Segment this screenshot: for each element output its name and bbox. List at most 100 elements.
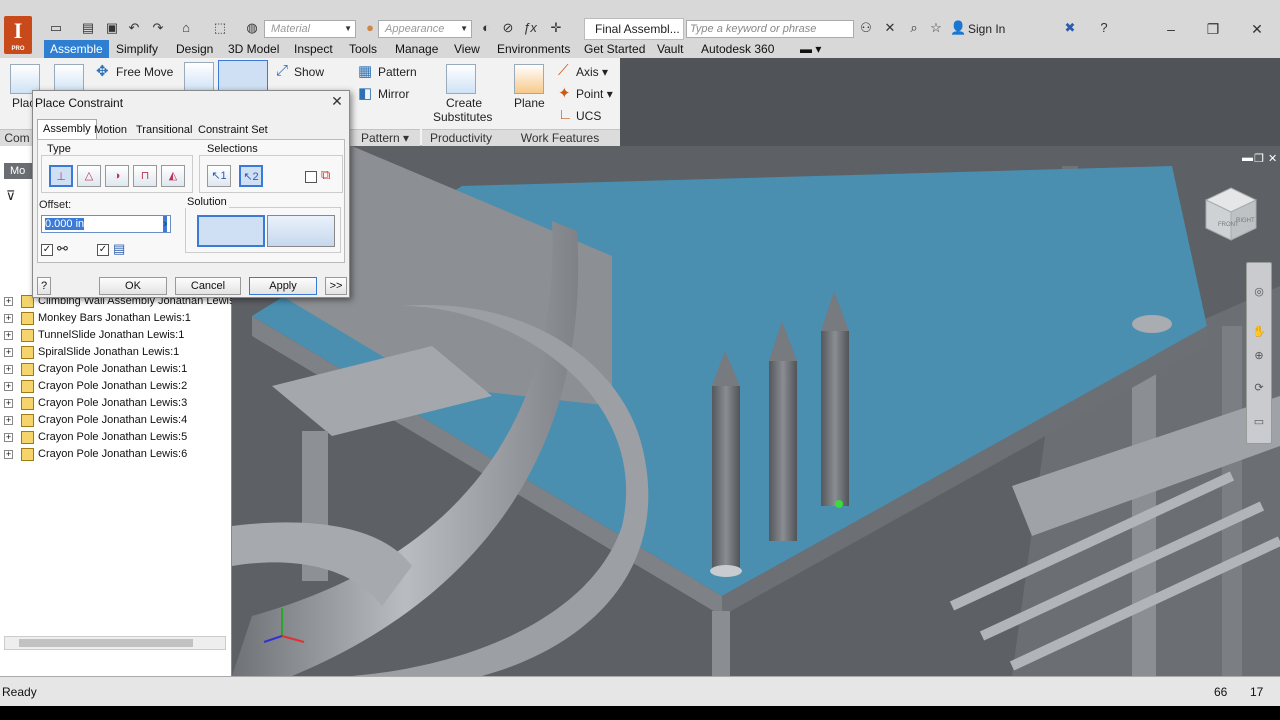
mate-solution-button[interactable]: [197, 215, 265, 247]
tree-item-spiral-slide[interactable]: + SpiralSlide Jonathan Lewis:1: [4, 344, 179, 361]
selection-point[interactable]: [835, 500, 843, 508]
mate-type-button[interactable]: ⊥: [49, 165, 73, 187]
tab-inspect[interactable]: Inspect: [288, 40, 339, 58]
steering-wheel-icon[interactable]: ◎: [1252, 285, 1266, 299]
redo-icon[interactable]: ↷: [150, 21, 166, 35]
tab-design[interactable]: Design: [170, 40, 219, 58]
tab-constraint-set[interactable]: Constraint Set: [193, 121, 273, 139]
orbit-icon[interactable]: ⟳: [1252, 381, 1266, 395]
viewport-minimize-icon[interactable]: ▬: [1242, 152, 1253, 164]
tab-manage[interactable]: Manage: [389, 40, 444, 58]
cancel-button[interactable]: Cancel: [175, 277, 241, 295]
tab-transitional[interactable]: Transitional: [131, 121, 197, 139]
create-substitutes-line1[interactable]: Create: [446, 96, 482, 110]
tab-motion[interactable]: Motion: [89, 121, 132, 139]
tab-simplify[interactable]: Simplify: [110, 40, 164, 58]
app-logo[interactable]: I PRO: [4, 16, 32, 54]
show-preview-checkbox[interactable]: ✓: [41, 244, 53, 256]
plane-button[interactable]: Plane: [514, 96, 545, 110]
pan-icon[interactable]: ✋: [1252, 325, 1266, 339]
tree-item-crayon-pole-3[interactable]: + Crayon Pole Jonathan Lewis:3: [4, 395, 187, 412]
tools-icon[interactable]: ✕: [882, 21, 898, 35]
model-browser-tab[interactable]: Mo: [4, 163, 34, 179]
ribbon-options-icon[interactable]: ▬ ▾: [794, 40, 827, 58]
insert-type-button[interactable]: ⊓: [133, 165, 157, 187]
binoculars-icon[interactable]: ⚇: [858, 21, 874, 35]
more-button[interactable]: >>: [325, 277, 347, 295]
browser-scrollbar[interactable]: [4, 636, 226, 650]
flush-solution-button[interactable]: [267, 215, 335, 247]
zoom-icon[interactable]: ⊕: [1252, 349, 1266, 363]
tab-autodesk-360[interactable]: Autodesk 360: [695, 40, 780, 58]
predict-offset-checkbox[interactable]: ✓: [97, 244, 109, 256]
ucs-button[interactable]: UCS: [576, 109, 601, 123]
axis-button[interactable]: Axis ▾: [576, 65, 608, 79]
free-move-button[interactable]: Free Move: [116, 65, 173, 79]
select-icon[interactable]: ⬚: [212, 21, 228, 35]
tab-vault[interactable]: Vault: [651, 40, 689, 58]
selection-2-button[interactable]: ↖2: [239, 165, 263, 187]
selection-1-button[interactable]: ↖1: [207, 165, 231, 187]
constrain-icon[interactable]: [218, 60, 268, 94]
tree-item-crayon-pole-5[interactable]: + Crayon Pole Jonathan Lewis:5: [4, 429, 187, 446]
joint-icon[interactable]: [184, 62, 214, 92]
tree-item-crayon-pole-2[interactable]: + Crayon Pole Jonathan Lewis:2: [4, 378, 187, 395]
measure-icon[interactable]: ✛: [548, 21, 564, 35]
material-combo[interactable]: Material ▼: [264, 20, 356, 38]
point-button[interactable]: Point ▾: [576, 87, 613, 101]
tangent-type-button[interactable]: ◑: [105, 165, 129, 187]
apply-button[interactable]: Apply: [249, 277, 317, 295]
adjust-icon[interactable]: ◐: [478, 21, 494, 35]
angle-type-button[interactable]: △: [77, 165, 101, 187]
tree-item-crayon-pole-4[interactable]: + Crayon Pole Jonathan Lewis:4: [4, 412, 187, 429]
new-file-icon[interactable]: ▭: [48, 21, 64, 35]
restore-button[interactable]: ❐: [1198, 20, 1228, 38]
tab-get-started[interactable]: Get Started: [578, 40, 651, 58]
graphics-viewport[interactable]: ▬ ❐ ✕ FRONT RIGHT ◎ ✋ ⊕ ⟳ ▭: [232, 146, 1280, 676]
save-icon[interactable]: ▣: [104, 21, 120, 35]
update-icon[interactable]: ◍: [244, 21, 260, 35]
viewport-maximize-icon[interactable]: ❐: [1254, 152, 1264, 165]
pattern-panel-footer[interactable]: Pattern ▾: [350, 129, 420, 146]
pattern-button[interactable]: Pattern: [378, 65, 417, 79]
help-icon[interactable]: ?: [1096, 21, 1112, 35]
look-at-icon[interactable]: ▭: [1252, 415, 1266, 429]
document-tab[interactable]: Final Assembl...: [584, 18, 684, 40]
create-substitutes-line2[interactable]: Substitutes: [433, 110, 492, 124]
parameters-icon[interactable]: ƒx: [522, 21, 538, 35]
tab-3d-model[interactable]: 3D Model: [222, 40, 285, 58]
tree-item-tunnel-slide[interactable]: + TunnelSlide Jonathan Lewis:1: [4, 327, 184, 344]
open-file-icon[interactable]: ▤: [80, 21, 96, 35]
close-button[interactable]: ✕: [1242, 20, 1272, 38]
home-icon[interactable]: ⌂: [178, 21, 194, 35]
tab-assemble[interactable]: Assemble: [44, 40, 109, 58]
tab-view[interactable]: View: [448, 40, 486, 58]
tab-environments[interactable]: Environments: [491, 40, 576, 58]
model-scene[interactable]: [232, 146, 1280, 676]
tree-item-monkey-bars[interactable]: + Monkey Bars Jonathan Lewis:1: [4, 310, 191, 327]
minimize-button[interactable]: –: [1156, 20, 1186, 38]
offset-input[interactable]: 0.000 in ›: [41, 215, 171, 233]
favorites-icon[interactable]: ☆: [928, 21, 944, 35]
search-input[interactable]: Type a keyword or phrase: [686, 20, 854, 38]
ok-button[interactable]: OK: [99, 277, 167, 295]
dialog-close-icon[interactable]: ✕: [329, 93, 345, 109]
scrollbar-thumb[interactable]: [19, 639, 193, 647]
tab-assembly[interactable]: Assembly: [37, 119, 97, 139]
exchange-icon[interactable]: ✖: [1062, 21, 1078, 35]
info-icon[interactable]: ⌕: [906, 21, 922, 35]
tab-tools[interactable]: Tools: [343, 40, 383, 58]
sign-in-link[interactable]: Sign In: [968, 22, 1005, 36]
tree-item-crayon-pole-1[interactable]: + Crayon Pole Jonathan Lewis:1: [4, 361, 187, 378]
filter-icon[interactable]: ⊽: [6, 188, 16, 204]
help-button[interactable]: ?: [37, 277, 51, 295]
symmetry-type-button[interactable]: ◭: [161, 165, 185, 187]
plane-icon[interactable]: [514, 64, 544, 94]
user-icon[interactable]: 👤: [950, 21, 966, 35]
clear-icon[interactable]: ⊘: [500, 21, 516, 35]
component-panel-footer[interactable]: Com: [0, 129, 34, 146]
undo-icon[interactable]: ↶: [126, 21, 142, 35]
mirror-button[interactable]: Mirror: [378, 87, 409, 101]
show-button[interactable]: Show: [294, 65, 324, 79]
create-substitutes-icon[interactable]: [446, 64, 476, 94]
